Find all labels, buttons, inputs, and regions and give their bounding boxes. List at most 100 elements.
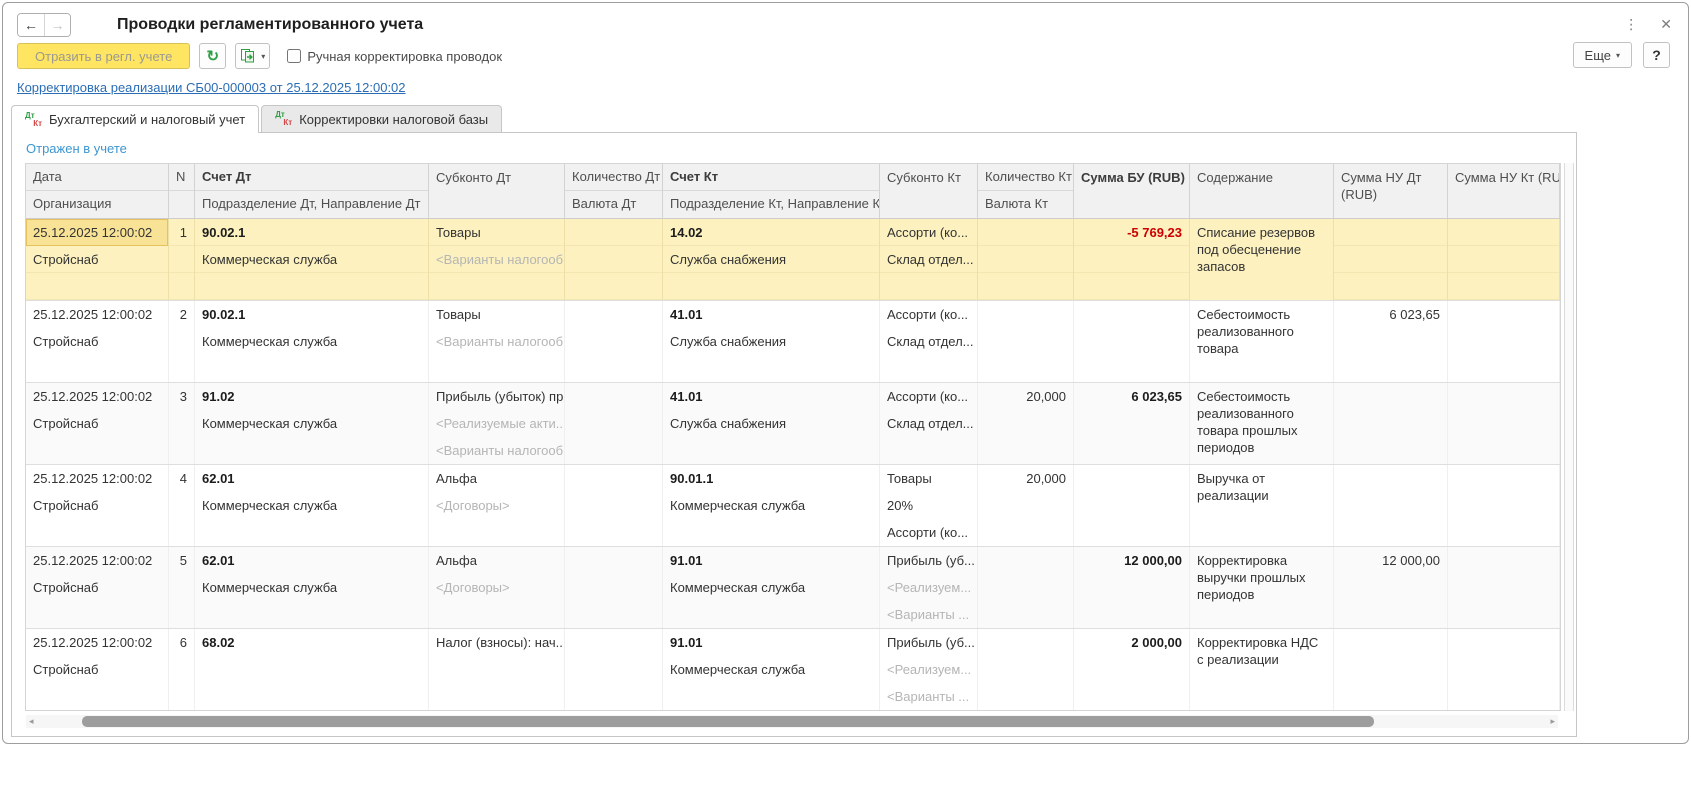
cell-account-dt[interactable]: 90.02.1Коммерческая служба [195, 219, 429, 300]
table-row[interactable]: 25.12.2025 12:00:02Стройснаб391.02Коммер… [26, 382, 1560, 464]
close-icon[interactable]: ✕ [1660, 16, 1672, 33]
back-button[interactable]: ← [18, 14, 44, 36]
cell-subconto-kt[interactable]: Ассорти (ко...Склад отдел... [880, 219, 978, 300]
cell-sum-nu-dt[interactable]: 12 000,00 [1334, 547, 1448, 628]
cell-qty-dt[interactable] [565, 547, 663, 628]
cell-date-org[interactable]: 25.12.2025 12:00:02Стройснаб [26, 547, 169, 628]
horizontal-scrollbar-thumb[interactable] [82, 716, 1374, 727]
cell-content[interactable]: Корректировка выручки прошлых периодов [1190, 547, 1334, 628]
cell-sum-nu-dt[interactable] [1334, 629, 1448, 710]
cell-num[interactable]: 1 [169, 219, 195, 300]
cell-subconto-kt[interactable]: Ассорти (ко...Склад отдел... [880, 383, 978, 464]
table-row[interactable]: 25.12.2025 12:00:02Стройснаб462.01Коммер… [26, 464, 1560, 546]
reflect-button[interactable]: Отразить в регл. учете [17, 43, 190, 69]
post-documents-button[interactable]: ▾ [235, 43, 270, 69]
cell-subconto-dt[interactable]: Альфа<Договоры> [429, 465, 565, 546]
cell-sum-nu-dt[interactable] [1334, 383, 1448, 464]
cell-sum-nu-dt[interactable] [1334, 465, 1448, 546]
cell-qty-dt[interactable] [565, 465, 663, 546]
cell-sum-nu-dt[interactable] [1334, 219, 1448, 300]
manual-adjustment-checkbox[interactable] [287, 49, 301, 63]
status-link[interactable]: Отражен в учете [12, 133, 152, 163]
refresh-button[interactable]: ↻ [199, 43, 226, 69]
cell-account-dt[interactable]: 62.01Коммерческая служба [195, 465, 429, 546]
cell-date-org[interactable]: 25.12.2025 12:00:02Стройснаб [26, 219, 169, 300]
cell-subconto-kt[interactable]: Ассорти (ко...Склад отдел... [880, 301, 978, 382]
cell-subconto-dt[interactable]: Товары<Варианты налогооб... [429, 301, 565, 382]
table-row[interactable]: 25.12.2025 12:00:02Стройснаб668.02Налог … [26, 628, 1560, 710]
cell-qty-dt[interactable] [565, 219, 663, 300]
cell-qty-kt[interactable]: 20,000 [978, 465, 1074, 546]
cell-num[interactable]: 5 [169, 547, 195, 628]
more-button[interactable]: Еще ▾ [1573, 42, 1632, 68]
cell-subconto-kt[interactable]: Прибыль (уб...<Реализуем...<Варианты ... [880, 629, 978, 710]
cell-account-kt[interactable]: 14.02Служба снабжения [663, 219, 880, 300]
cell-subconto-dt[interactable]: Прибыль (убыток) пр...<Реализуемые акти.… [429, 383, 565, 464]
table-row[interactable]: 25.12.2025 12:00:02Стройснаб562.01Коммер… [26, 546, 1560, 628]
cell-sum-nu-kt[interactable] [1448, 629, 1560, 710]
cell-subconto-kt[interactable]: Товары20%Ассорти (ко... [880, 465, 978, 546]
cell-sum-nu-kt[interactable] [1448, 383, 1560, 464]
cell-content[interactable]: Списание резервов под обесценение запасо… [1190, 219, 1334, 300]
column-header-content[interactable]: Содержание [1190, 164, 1334, 218]
cell-num[interactable]: 3 [169, 383, 195, 464]
cell-subconto-kt[interactable]: Прибыль (уб...<Реализуем...<Варианты ... [880, 547, 978, 628]
tab-tax-base-adjustments[interactable]: ДтКт Корректировки налоговой базы [261, 105, 502, 132]
cell-num[interactable]: 4 [169, 465, 195, 546]
cell-date-org[interactable]: 25.12.2025 12:00:02Стройснаб [26, 383, 169, 464]
vertical-scrollbar[interactable] [1564, 163, 1574, 711]
cell-account-dt[interactable]: 90.02.1Коммерческая служба [195, 301, 429, 382]
column-header-sum-nu-dt[interactable]: Сумма НУ Дт (RUB) [1334, 164, 1448, 218]
cell-sum-bu[interactable]: 2 000,00 [1074, 629, 1190, 710]
tab-accounting-and-tax[interactable]: ДтКт Бухгалтерский и налоговый учет [11, 105, 259, 133]
cell-sum-nu-kt[interactable] [1448, 465, 1560, 546]
column-header-subconto-kt[interactable]: Субконто Кт [880, 164, 978, 218]
scroll-left-icon[interactable]: ◂ [29, 715, 34, 728]
cell-account-dt[interactable]: 91.02Коммерческая служба [195, 383, 429, 464]
cell-account-kt[interactable]: 91.01Коммерческая служба [663, 629, 880, 710]
document-link[interactable]: Корректировка реализации СБ00-000003 от … [17, 80, 406, 95]
column-header-qty-dt[interactable]: Количество ДтВалюта Дт [565, 164, 663, 218]
cell-num[interactable]: 6 [169, 629, 195, 710]
column-header-qty-kt[interactable]: Количество КтВалюта Кт [978, 164, 1074, 218]
cell-sum-nu-kt[interactable] [1448, 301, 1560, 382]
cell-account-kt[interactable]: 41.01Служба снабжения [663, 383, 880, 464]
scroll-right-icon[interactable]: ▸ [1550, 715, 1555, 728]
cell-sum-nu-kt[interactable] [1448, 219, 1560, 300]
cell-num[interactable]: 2 [169, 301, 195, 382]
column-header-sum-nu-kt[interactable]: Сумма НУ Кт (RU [1448, 164, 1560, 218]
table-row[interactable]: 25.12.2025 12:00:02Стройснаб190.02.1Комм… [26, 219, 1560, 300]
forward-button[interactable]: → [44, 14, 70, 36]
column-header-account-kt[interactable]: Счет КтПодразделение Кт, Направление Кт [663, 164, 880, 218]
cell-sum-bu[interactable]: -5 769,23 [1074, 219, 1190, 300]
cell-date-org[interactable]: 25.12.2025 12:00:02Стройснаб [26, 301, 169, 382]
cell-sum-bu[interactable] [1074, 465, 1190, 546]
cell-sum-nu-kt[interactable] [1448, 547, 1560, 628]
manual-adjustment-toggle[interactable]: Ручная корректировка проводок [287, 49, 502, 64]
cell-sum-bu[interactable] [1074, 301, 1190, 382]
cell-qty-kt[interactable] [978, 629, 1074, 710]
cell-account-kt[interactable]: 41.01Служба снабжения [663, 301, 880, 382]
cell-sum-bu[interactable]: 6 023,65 [1074, 383, 1190, 464]
cell-qty-kt[interactable] [978, 301, 1074, 382]
cell-qty-dt[interactable] [565, 383, 663, 464]
cell-qty-kt[interactable]: 20,000 [978, 383, 1074, 464]
cell-qty-kt[interactable] [978, 547, 1074, 628]
column-header-account-dt[interactable]: Счет ДтПодразделение Дт, Направление Дт [195, 164, 429, 218]
horizontal-scrollbar[interactable]: ◂ ▸ [26, 715, 1558, 728]
cell-subconto-dt[interactable]: Товары<Варианты налогооб... [429, 219, 565, 300]
cell-content[interactable]: Корректировка НДС с реализации [1190, 629, 1334, 710]
cell-content[interactable]: Выручка от реализации [1190, 465, 1334, 546]
help-button[interactable]: ? [1643, 42, 1670, 68]
cell-qty-dt[interactable] [565, 629, 663, 710]
cell-sum-bu[interactable]: 12 000,00 [1074, 547, 1190, 628]
cell-account-dt[interactable]: 62.01Коммерческая служба [195, 547, 429, 628]
cell-content[interactable]: Себестоимость реализованного товара [1190, 301, 1334, 382]
column-header-subconto-dt[interactable]: Субконто Дт [429, 164, 565, 218]
column-header-date[interactable]: ДатаОрганизация [26, 164, 169, 218]
cell-qty-kt[interactable] [978, 219, 1074, 300]
kebab-menu-icon[interactable]: ⋮ [1624, 16, 1638, 33]
cell-content[interactable]: Себестоимость реализованного товара прош… [1190, 383, 1334, 464]
cell-qty-dt[interactable] [565, 301, 663, 382]
cell-date-org[interactable]: 25.12.2025 12:00:02Стройснаб [26, 465, 169, 546]
